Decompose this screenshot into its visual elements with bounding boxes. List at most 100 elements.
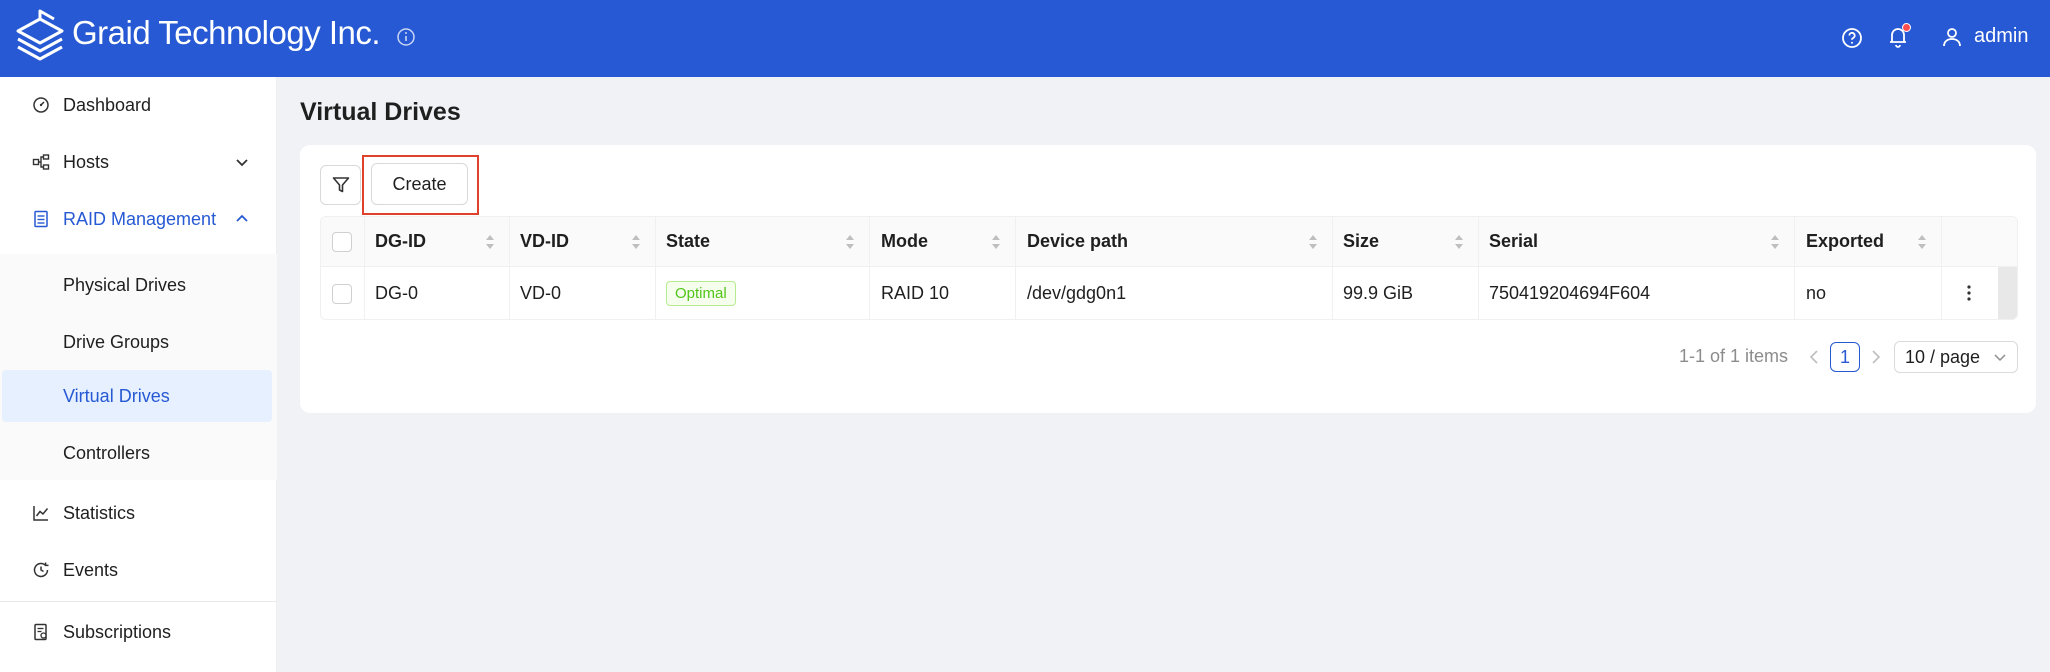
column-header-device-path[interactable]: Device path xyxy=(1027,217,1128,266)
column-header-dg-id[interactable]: DG-ID xyxy=(375,217,426,266)
sidebar: Dashboard Hosts RAID Management Physical… xyxy=(0,77,277,672)
sidebar-item-label: Physical Drives xyxy=(63,274,187,295)
sort-icon[interactable] xyxy=(1307,232,1319,252)
sidebar-item-drive-groups[interactable]: Drive Groups xyxy=(2,316,272,368)
sort-icon[interactable] xyxy=(990,232,1002,252)
chevron-right-icon[interactable] xyxy=(1868,348,1884,366)
column-separator xyxy=(1794,217,1795,266)
help-icon[interactable] xyxy=(1840,26,1864,50)
column-header-exported[interactable]: Exported xyxy=(1806,217,1884,266)
column-separator xyxy=(869,217,870,266)
chevron-left-icon[interactable] xyxy=(1806,348,1822,366)
sidebar-item-label: Subscriptions xyxy=(63,621,172,642)
column-separator xyxy=(1478,267,1479,319)
column-separator xyxy=(1015,267,1016,319)
column-header-state[interactable]: State xyxy=(666,217,710,266)
cell-device-path: /dev/gdg0n1 xyxy=(1027,283,1127,303)
sidebar-item-label: Drive Groups xyxy=(63,331,170,352)
hosts-icon xyxy=(32,154,50,170)
select-all-cell xyxy=(332,217,352,266)
info-icon[interactable] xyxy=(396,27,416,47)
column-header-serial[interactable]: Serial xyxy=(1489,217,1538,266)
subscriptions-icon xyxy=(34,623,47,641)
cell-serial: 750419204694F604 xyxy=(1489,283,1651,303)
cell-dg-id: DG-0 xyxy=(375,283,419,303)
cell-state: Optimal xyxy=(666,267,736,319)
username[interactable]: admin xyxy=(1974,25,2028,48)
page-size-select[interactable]: 10 / page xyxy=(1894,341,2018,373)
sidebar-item-physical-drives[interactable]: Physical Drives xyxy=(2,259,272,311)
raid-icon xyxy=(34,210,48,228)
sort-icon[interactable] xyxy=(630,232,642,252)
sidebar-item-label: Controllers xyxy=(63,442,151,463)
status-badge: Optimal xyxy=(666,281,736,306)
more-actions-icon[interactable] xyxy=(1957,281,1981,305)
column-separator xyxy=(509,217,510,266)
pagination-total: 1-1 of 1 items xyxy=(1679,346,1789,366)
column-separator xyxy=(1941,217,1942,266)
pagination-page-1[interactable]: 1 xyxy=(1830,342,1860,372)
user-icon[interactable] xyxy=(1940,25,1964,49)
sidebar-item-label: RAID Management xyxy=(63,208,217,229)
sidebar-item-label: Dashboard xyxy=(63,94,152,115)
sort-icon[interactable] xyxy=(484,232,496,252)
sidebar-item-controllers[interactable]: Controllers xyxy=(2,427,272,479)
column-separator xyxy=(364,267,365,319)
cell-mode: RAID 10 xyxy=(881,283,950,303)
cell-vd-id: VD-0 xyxy=(520,283,562,303)
row-select-cell xyxy=(332,267,352,319)
column-separator xyxy=(1478,217,1479,266)
sidebar-item-label: Virtual Drives xyxy=(63,385,170,406)
column-separator xyxy=(655,267,656,319)
brand-name[interactable]: Graid Technology Inc. xyxy=(72,14,381,52)
dashboard-icon xyxy=(33,97,49,113)
notification-dot xyxy=(1902,23,1911,32)
row-checkbox[interactable] xyxy=(332,283,352,304)
column-separator xyxy=(1015,217,1016,266)
sort-icon[interactable] xyxy=(1769,232,1781,252)
page-title: Virtual Drives xyxy=(300,98,461,126)
sidebar-item-statistics[interactable]: Statistics xyxy=(0,485,277,541)
sidebar-item-dashboard[interactable]: Dashboard xyxy=(0,77,277,133)
column-separator xyxy=(869,267,870,319)
sidebar-item-hosts[interactable]: Hosts xyxy=(0,134,277,190)
sidebar-item-raid-management[interactable]: RAID Management xyxy=(0,191,277,247)
column-header-vd-id[interactable]: VD-ID xyxy=(520,217,569,266)
sidebar-item-label: Statistics xyxy=(63,502,136,523)
page-size-value: 10 / page xyxy=(1905,346,1981,367)
table-row[interactable]: DG-0 VD-0 Optimal RAID 10 /dev/gdg0n1 99… xyxy=(321,267,2017,319)
column-separator xyxy=(1941,267,1942,319)
chevron-up-icon[interactable] xyxy=(234,211,250,227)
sidebar-item-virtual-drives[interactable]: Virtual Drives xyxy=(2,370,272,422)
sort-icon[interactable] xyxy=(844,232,856,252)
sort-icon[interactable] xyxy=(1916,232,1928,252)
sidebar-item-label: Events xyxy=(63,559,119,580)
column-header-mode[interactable]: Mode xyxy=(881,217,928,266)
select-all-checkbox[interactable] xyxy=(332,231,352,252)
sidebar-item-subscriptions[interactable]: Subscriptions xyxy=(0,604,277,660)
cell-size: 99.9 GiB xyxy=(1343,283,1414,303)
column-separator xyxy=(1332,267,1333,319)
create-button[interactable]: Create xyxy=(371,163,468,205)
column-header-size[interactable]: Size xyxy=(1343,217,1379,266)
table-header: DG-ID VD-ID State Mode Device path Size … xyxy=(321,217,2017,267)
virtual-drives-table: DG-ID VD-ID State Mode Device path Size … xyxy=(320,216,2018,320)
logo-icon[interactable] xyxy=(12,9,68,67)
filter-button[interactable] xyxy=(320,165,361,205)
statistics-icon xyxy=(33,506,49,521)
top-bar: Graid Technology Inc. admin xyxy=(0,0,2050,77)
filter-icon xyxy=(332,177,349,193)
sidebar-item-label: Hosts xyxy=(63,151,110,172)
column-separator xyxy=(1794,267,1795,319)
horizontal-scroll-gutter[interactable] xyxy=(1998,267,2017,319)
cell-exported: no xyxy=(1806,283,1827,303)
column-separator xyxy=(655,217,656,266)
sidebar-item-events[interactable]: Events xyxy=(0,542,277,598)
column-separator xyxy=(509,267,510,319)
column-separator xyxy=(1332,217,1333,266)
sidebar-divider xyxy=(0,601,277,602)
chevron-down-icon[interactable] xyxy=(234,154,250,170)
chevron-down-icon xyxy=(1994,354,2006,362)
events-icon xyxy=(33,562,49,578)
sort-icon[interactable] xyxy=(1453,232,1465,252)
